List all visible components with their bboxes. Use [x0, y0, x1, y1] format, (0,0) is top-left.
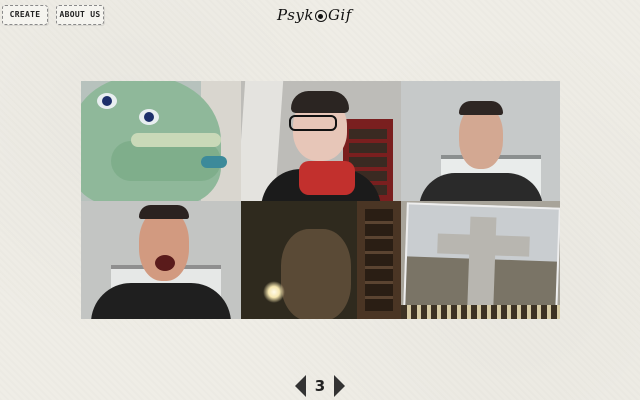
page-number: 3	[314, 377, 326, 395]
pager: 3	[290, 375, 350, 397]
frame-dark-room-light[interactable]	[241, 201, 401, 319]
frame-man-shouting[interactable]	[81, 201, 241, 319]
frame-man-torso	[419, 173, 543, 201]
frame-woman-glasses-icon	[289, 115, 337, 131]
frame-puppet-mouth	[131, 133, 221, 147]
frame-cross-horizontal	[437, 233, 530, 257]
frame-cross-vertical	[467, 216, 497, 310]
about-us-button[interactable]: ABOUT US	[56, 5, 104, 25]
frame-cross-shirt	[401, 305, 560, 319]
frame-woman-glasses[interactable]	[241, 81, 401, 201]
eye-icon	[314, 10, 327, 22]
frame-shout-mouth	[155, 255, 175, 271]
frame-shout-torso	[91, 283, 231, 319]
frame-puppet-eye-right	[139, 109, 159, 125]
frame-puppet[interactable]	[81, 81, 241, 201]
frame-woman-scarf	[299, 161, 355, 195]
frame-dark-flashlight	[263, 281, 285, 303]
frame-man-hair	[459, 101, 503, 115]
frame-man-neutral[interactable]	[401, 81, 560, 201]
frame-shout-hair	[139, 205, 189, 219]
gif-frame-grid	[81, 81, 560, 319]
frame-woman-hair	[291, 91, 349, 113]
chevron-right-icon[interactable]	[334, 375, 345, 397]
frame-cross-photo-print	[403, 202, 560, 316]
frame-puppet-eye-left	[97, 93, 117, 109]
chevron-left-icon[interactable]	[295, 375, 306, 397]
frame-cross-photo[interactable]	[401, 201, 560, 319]
logo[interactable]: Psyk Gif	[277, 6, 352, 24]
frame-puppet-tongue	[201, 156, 227, 168]
logo-text-start: Psyk	[277, 6, 314, 24]
frame-dark-person	[281, 229, 351, 319]
create-button[interactable]: CREATE	[2, 5, 48, 25]
frame-dark-bookshelf	[357, 201, 401, 319]
logo-text-end: Gif	[327, 6, 352, 24]
